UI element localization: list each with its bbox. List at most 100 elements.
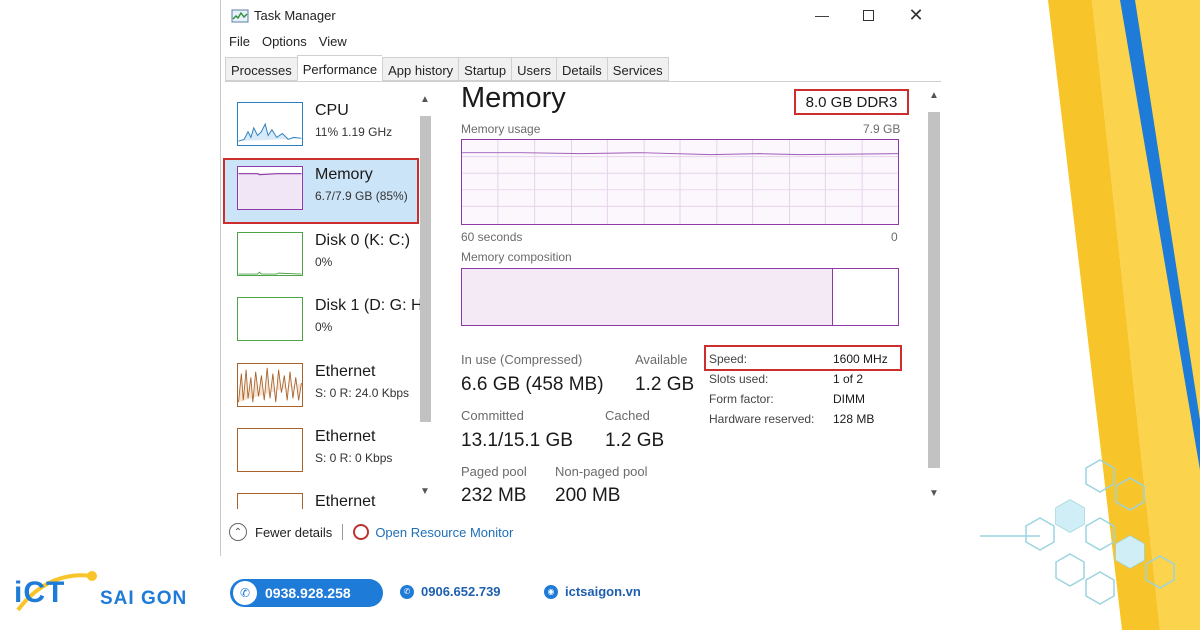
menu-view[interactable]: View (319, 34, 347, 52)
committed-value: 13.1/15.1 GB (461, 430, 573, 451)
menu-options[interactable]: Options (262, 34, 307, 52)
minimize-icon: — (815, 7, 829, 23)
tab-processes[interactable]: Processes (225, 57, 297, 81)
sidebar-item-label: Disk 1 (D: G: H (315, 297, 423, 314)
graph-time-right: 0 (891, 230, 898, 244)
sidebar-item-value: 0% (315, 255, 333, 269)
sidebar-item-ethernet-2[interactable]: Ethernet S: 0 R: 0 Kbps (223, 420, 419, 486)
hardware-reserved-value: 128 MB (833, 412, 875, 426)
brand-logo-main: iCT (14, 576, 66, 609)
committed-label: Committed (461, 408, 524, 423)
sidebar-item-disk-1[interactable]: Disk 1 (D: G: H 0% (223, 289, 423, 355)
title-bar[interactable]: Task Manager — ✕ (221, 0, 943, 32)
cached-value: 1.2 GB (605, 430, 665, 451)
cached-label: Cached (605, 408, 650, 423)
sidebar-item-label: Ethernet (315, 363, 376, 380)
sidebar-item-label: Disk 0 (K: C:) (315, 232, 411, 249)
speed-value: 1600 MHz (833, 352, 888, 366)
memory-capacity-badge: 8.0 GB DDR3 (794, 89, 909, 115)
disk0-mini-graph (237, 232, 303, 276)
resource-monitor-icon (353, 524, 370, 540)
graph-time-left: 60 seconds (461, 230, 523, 244)
window-title: Task Manager (254, 8, 336, 23)
non-paged-pool-value: 200 MB (555, 485, 621, 506)
sidebar-scroll-thumb[interactable] (420, 116, 431, 422)
sidebar-item-cpu[interactable]: CPU 11% 1.19 GHz (223, 94, 419, 160)
form-factor-value: DIMM (833, 392, 865, 406)
scroll-down-icon[interactable]: ▼ (420, 486, 430, 497)
memory-panel: Memory 8.0 GB DDR3 Memory usage 7.9 GB 6… (457, 82, 927, 522)
maximize-icon (862, 9, 874, 21)
phone-number: 0906.652.739 (421, 584, 501, 599)
slots-value: 1 of 2 (833, 372, 864, 386)
maximize-button[interactable] (851, 4, 885, 26)
menu-file[interactable]: File (229, 34, 250, 52)
main-scroll-thumb[interactable] (928, 112, 940, 468)
tab-services[interactable]: Services (606, 57, 669, 81)
main-scrollbar[interactable]: ▲ ▼ (925, 88, 943, 508)
memory-usage-label: Memory usage (461, 122, 541, 136)
ethernet1-mini-graph (237, 363, 303, 407)
memory-composition-label: Memory composition (461, 250, 572, 264)
disk1-mini-graph (237, 297, 303, 341)
sidebar-item-value: 11% 1.19 GHz (315, 125, 393, 139)
website-contact[interactable]: ◉ ictsaigon.vn (544, 584, 641, 599)
fewer-details-link[interactable]: Fewer details (255, 525, 332, 540)
form-factor-label: Form factor: (709, 392, 774, 406)
hotline-button[interactable]: ✆ 0938.928.258 (230, 579, 383, 607)
tab-users[interactable]: Users (511, 57, 557, 81)
sidebar-item-value: S: 0 R: 24.0 Kbps (315, 386, 410, 400)
divider (342, 524, 344, 540)
minimize-button[interactable]: — (805, 4, 839, 26)
sidebar-item-ethernet-3[interactable]: Ethernet (223, 485, 419, 509)
hardware-reserved-label: Hardware reserved: (709, 412, 815, 426)
page-title: Memory (461, 82, 566, 114)
sidebar-item-ethernet-1[interactable]: Ethernet S: 0 R: 24.0 Kbps (223, 355, 419, 421)
sidebar-item-disk-0[interactable]: Disk 0 (K: C:) 0% (223, 224, 419, 290)
chevron-up-icon[interactable]: ⌃ (229, 523, 247, 541)
sidebar-item-label: Memory (315, 166, 373, 183)
memory-mini-graph (237, 166, 303, 210)
tab-performance[interactable]: Performance (296, 55, 383, 81)
hexagon-decoration (980, 459, 1175, 605)
sidebar-item-value: 0% (315, 320, 333, 334)
scroll-down-icon[interactable]: ▼ (929, 488, 939, 499)
open-resource-monitor-link[interactable]: Open Resource Monitor (375, 525, 513, 540)
globe-icon: ◉ (544, 584, 558, 599)
phone-icon: ✆ (400, 584, 414, 599)
website-link: ictsaigon.vn (565, 584, 641, 599)
tab-details[interactable]: Details (556, 57, 607, 81)
performance-sidebar: CPU 11% 1.19 GHz Memory 6.7/7.9 GB (85%)… (223, 84, 436, 509)
tab-app-history[interactable]: App history (382, 57, 459, 81)
memory-usage-graph (461, 139, 899, 225)
available-label: Available (635, 352, 688, 367)
menu-bar: File Options View (229, 34, 347, 52)
paged-pool-label: Paged pool (461, 464, 527, 479)
close-button[interactable]: ✕ (899, 4, 933, 26)
scroll-up-icon[interactable]: ▲ (420, 94, 430, 105)
sidebar-item-value: 6.7/7.9 GB (85%) (315, 189, 408, 203)
sidebar-item-memory[interactable]: Memory 6.7/7.9 GB (85%) (223, 158, 419, 224)
task-manager-app-icon (231, 9, 249, 23)
sidebar-item-label: CPU (315, 102, 349, 119)
in-use-value: 6.6 GB (458 MB) (461, 374, 604, 395)
hotline-number: 0938.928.258 (265, 585, 351, 601)
memory-composition-bar (461, 268, 899, 326)
task-manager-window: Task Manager — ✕ File Options View Proce… (220, 0, 942, 556)
sidebar-item-label: Ethernet (315, 493, 376, 509)
phone-contact[interactable]: ✆ 0906.652.739 (400, 584, 501, 599)
close-icon: ✕ (908, 4, 924, 25)
sidebar-item-value: S: 0 R: 0 Kbps (315, 451, 393, 465)
memory-usage-max: 7.9 GB (863, 122, 901, 136)
composition-in-use-segment (462, 269, 833, 325)
brand-logo-sub: SAI GON (100, 588, 188, 609)
scroll-up-icon[interactable]: ▲ (929, 90, 939, 101)
ethernet3-mini-graph (237, 493, 303, 509)
available-value: 1.2 GB (635, 374, 695, 395)
sidebar-scrollbar[interactable]: ▲ ▼ (417, 94, 433, 509)
tab-strip: Processes Performance App history Startu… (225, 55, 669, 81)
phone-icon: ✆ (233, 581, 257, 605)
tab-startup[interactable]: Startup (458, 57, 512, 81)
sidebar-item-label: Ethernet (315, 428, 376, 445)
bottom-bar: ⌃ Fewer details Open Resource Monitor (229, 520, 513, 544)
